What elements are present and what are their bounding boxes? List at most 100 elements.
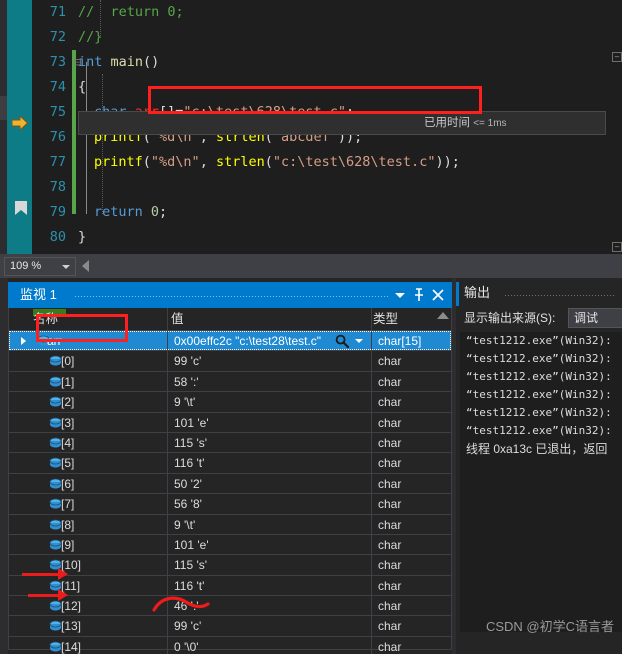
watch-cell-name[interactable]: [9]: [9, 535, 167, 554]
watch-row[interactable]: [7] 56 '8' char: [9, 494, 451, 515]
watch-cell-name[interactable]: [6]: [9, 474, 167, 493]
column-header-name[interactable]: 名称: [33, 311, 58, 328]
code-line[interactable]: 78: [32, 175, 622, 200]
watch-cell-type[interactable]: char: [371, 616, 451, 636]
watch-row[interactable]: [13] 99 'c' char: [9, 616, 451, 637]
watch-cell-type[interactable]: char[15]: [371, 331, 451, 351]
watch-cell-name[interactable]: arr: [9, 331, 167, 350]
watch-row[interactable]: [4] 115 's' char: [9, 432, 451, 454]
watch-cell-type[interactable]: char: [371, 555, 451, 575]
output-window[interactable]: 输出 显示输出来源(S): 调试 “test1212.exe”(Win32): “…: [452, 278, 622, 654]
watch-cell-type[interactable]: char: [371, 432, 451, 453]
watch-cell-name[interactable]: [10]: [9, 555, 167, 574]
code-line[interactable]: 80}: [32, 225, 622, 250]
watch-cell-name[interactable]: [14]: [9, 637, 167, 654]
watch-rows-container[interactable]: arr 0x00effc2c "c:\test28\test.c" char[15…: [9, 331, 451, 654]
watch-row[interactable]: arr 0x00effc2c "c:\test28\test.c" char[15…: [9, 331, 451, 352]
watch-row[interactable]: [9] 101 'e' char: [9, 534, 451, 556]
code-line[interactable]: 71 // return 0;: [32, 0, 622, 25]
magnifier-icon[interactable]: [335, 334, 350, 349]
watch-cell-name[interactable]: [7]: [9, 494, 167, 513]
watch-cell-value[interactable]: 0x00effc2c "c:\test28\test.c": [167, 331, 371, 351]
watch-cell-name[interactable]: [13]: [9, 616, 167, 635]
watch-cell-name[interactable]: [2]: [9, 392, 167, 411]
watch-cell-type[interactable]: char: [371, 453, 451, 473]
watch-cell-value[interactable]: 116 't': [167, 453, 371, 473]
watch-row[interactable]: [8] 9 '\t' char: [9, 514, 451, 535]
watch-cell-name[interactable]: [11]: [9, 576, 167, 595]
chevron-down-icon[interactable]: [392, 287, 408, 303]
watch-cell-name[interactable]: [8]: [9, 515, 167, 534]
column-divider-1[interactable]: [167, 308, 168, 331]
watch-window[interactable]: 监视 1 名称 值 类型 arr 0x00effc2c "c:\test28\t…: [0, 278, 452, 654]
watch-cell-type[interactable]: char: [371, 636, 451, 654]
watch-row[interactable]: [6] 50 '2' char: [9, 473, 451, 495]
column-header-type[interactable]: 类型: [373, 311, 398, 328]
code-line[interactable]: 79 return 0;: [32, 200, 622, 225]
watch-cell-name[interactable]: [0]: [9, 351, 167, 370]
code-editor[interactable]: 71// return 0;72//}73int main()74{75char…: [0, 0, 622, 254]
zoom-level-dropdown[interactable]: 109 %: [4, 257, 76, 276]
column-header-value[interactable]: 值: [171, 311, 184, 328]
watch-row[interactable]: [12] 46 '.' char: [9, 596, 451, 617]
chevron-down-icon[interactable]: [355, 339, 363, 343]
outline-collapse-box-right[interactable]: –: [612, 52, 622, 62]
scroll-up-arrow-icon[interactable]: [437, 312, 449, 319]
column-divider-2[interactable]: [371, 308, 372, 331]
watch-cell-value[interactable]: 99 'c': [167, 616, 371, 636]
watch-cell-name[interactable]: [1]: [9, 372, 167, 391]
watch-cell-type[interactable]: char: [371, 596, 451, 616]
watch-cell-value[interactable]: 115 's': [167, 555, 371, 575]
pin-icon[interactable]: [411, 287, 427, 303]
code-line[interactable]: 77 printf("%d\n", strlen("c:\test\628\tes…: [32, 150, 622, 175]
watch-cell-value[interactable]: 9 '\t': [167, 392, 371, 412]
watch-row[interactable]: [5] 116 't' char: [9, 453, 451, 474]
watch-grid-header[interactable]: 名称 值 类型: [9, 308, 451, 331]
watch-cell-type[interactable]: char: [371, 534, 451, 555]
expander-triangle-icon[interactable]: [21, 337, 26, 345]
watch-cell-value[interactable]: 0 '\0': [167, 636, 371, 654]
watch-cell-type[interactable]: char: [371, 392, 451, 412]
watch-row[interactable]: [10] 115 's' char: [9, 555, 451, 576]
watch-cell-value[interactable]: 9 '\t': [167, 514, 371, 534]
editor-left-scroll-track[interactable]: [0, 0, 7, 254]
output-source-dropdown[interactable]: 调试: [568, 308, 622, 328]
watch-cell-name[interactable]: [12]: [9, 596, 167, 615]
editor-left-scroll-thumb[interactable]: [0, 96, 7, 120]
outline-collapse-box-right-2[interactable]: –: [612, 242, 622, 252]
watch-cell-value[interactable]: 50 '2': [167, 473, 371, 494]
watch-cell-value[interactable]: 58 ':': [167, 371, 371, 392]
watch-cell-type[interactable]: char: [371, 494, 451, 514]
watch-cell-type[interactable]: char: [371, 514, 451, 534]
watch-cell-type[interactable]: char: [371, 473, 451, 494]
horizontal-scroll-left-button[interactable]: [82, 260, 89, 272]
output-toolbar[interactable]: 显示输出来源(S): 调试: [460, 308, 622, 330]
watch-row[interactable]: [11] 116 't' char: [9, 575, 451, 597]
close-icon[interactable]: [430, 287, 446, 303]
watch-cell-type[interactable]: char: [371, 371, 451, 392]
watch-row[interactable]: [14] 0 '\0' char: [9, 636, 451, 654]
watch-cell-type[interactable]: char: [371, 351, 451, 371]
watch-cell-value[interactable]: 101 'e': [167, 534, 371, 555]
watch-title-bar[interactable]: 监视 1: [8, 282, 452, 308]
watch-cell-value[interactable]: 99 'c': [167, 351, 371, 371]
watch-cell-value[interactable]: 101 'e': [167, 412, 371, 432]
watch-grid[interactable]: 名称 值 类型 arr 0x00effc2c "c:\test28\test.c"…: [8, 308, 452, 654]
watch-cell-name[interactable]: [4]: [9, 433, 167, 452]
watch-row[interactable]: [3] 101 'e' char: [9, 412, 451, 433]
watch-cell-value[interactable]: 116 't': [167, 575, 371, 596]
watch-row[interactable]: [1] 58 ':' char: [9, 371, 451, 393]
watch-row[interactable]: [0] 99 'c' char: [9, 351, 451, 372]
watch-cell-type[interactable]: char: [371, 575, 451, 596]
watch-row[interactable]: [2] 9 '\t' char: [9, 392, 451, 413]
watch-cell-value[interactable]: 56 '8': [167, 494, 371, 514]
code-line[interactable]: 73 int main(): [32, 50, 622, 75]
watch-cell-name[interactable]: [3]: [9, 413, 167, 432]
watch-cell-name[interactable]: [5]: [9, 453, 167, 472]
watch-cell-type[interactable]: char: [371, 412, 451, 432]
output-text-area[interactable]: “test1212.exe”(Win32): “test1212.exe”(Win…: [460, 332, 622, 632]
code-line[interactable]: 72 //}: [32, 25, 622, 50]
watch-cell-value[interactable]: 115 's': [167, 432, 371, 453]
code-line[interactable]: 74 {: [32, 75, 622, 100]
collapse-toggle-main[interactable]: ⊟: [74, 50, 81, 75]
